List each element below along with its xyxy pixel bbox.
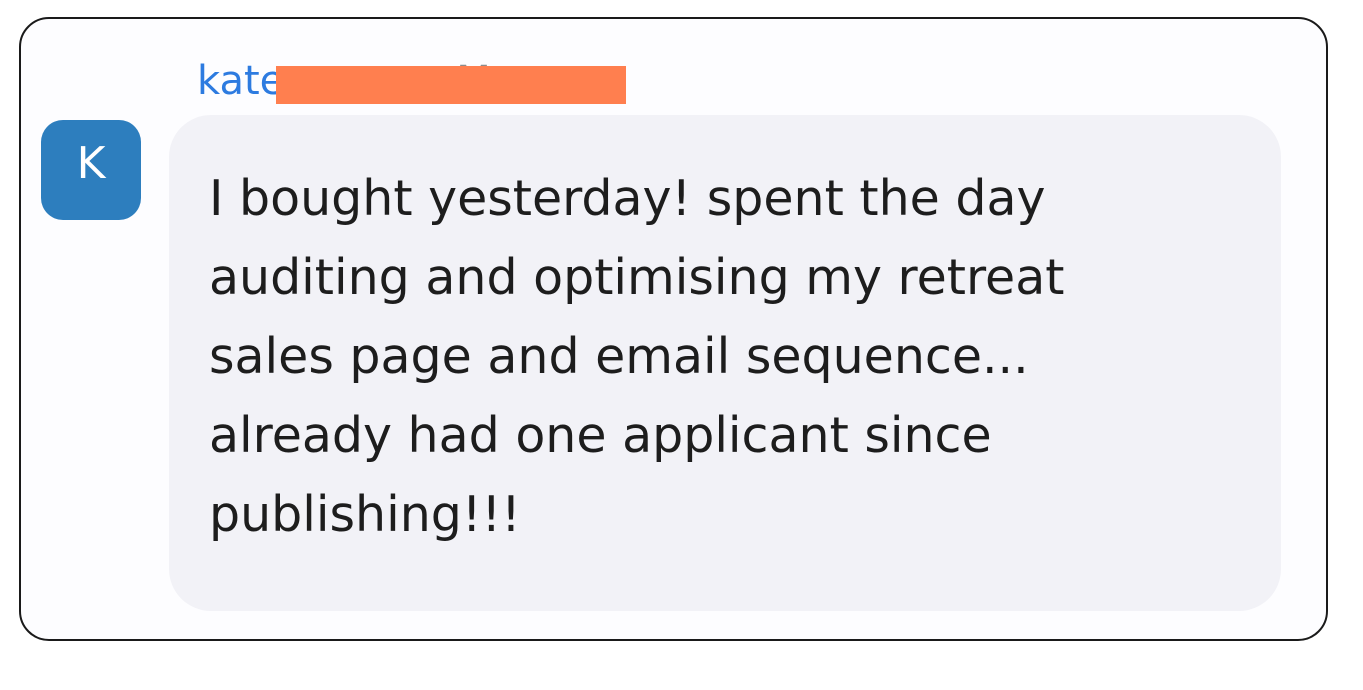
message-line: auditing and optimising my retreat (209, 249, 1065, 306)
message-text: I bought yesterday! spent the day auditin… (209, 159, 1064, 554)
chat-message-card: kateM K I bought yesterday! spent the da… (19, 17, 1328, 641)
redaction-box (276, 66, 626, 104)
message-bubble: I bought yesterday! spent the day auditin… (169, 115, 1281, 611)
message-line: sales page and email sequence... (209, 328, 1029, 385)
message-line: I bought yesterday! spent the day (209, 170, 1046, 227)
avatar[interactable]: K (41, 120, 141, 220)
message-line: publishing!!! (209, 486, 521, 543)
message-line: already had one applicant since (209, 407, 992, 464)
sender-name[interactable]: kate (197, 58, 284, 104)
